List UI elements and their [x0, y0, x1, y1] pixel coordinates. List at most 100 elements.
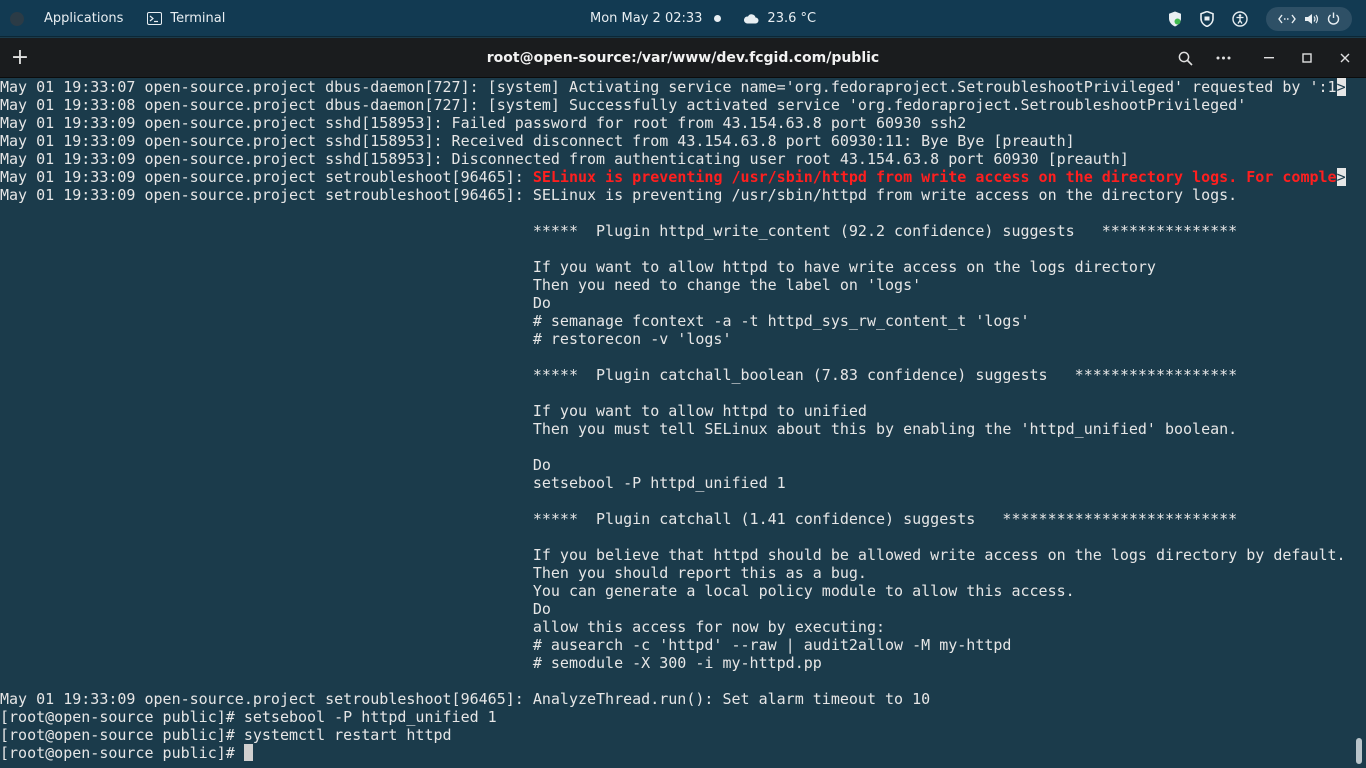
terminal-line: Do	[0, 600, 1352, 618]
terminal-line: [root@open-source public]# systemctl res…	[0, 726, 1352, 744]
terminal-line: Do	[0, 294, 1352, 312]
terminal-line: May 01 19:33:09 open-source.project setr…	[0, 690, 1352, 708]
terminal-line-text: May 01 19:33:09 open-source.project setr…	[0, 186, 1238, 204]
terminal-line-text: # restorecon -v 'logs'	[0, 330, 732, 348]
activities-icon[interactable]	[10, 11, 24, 26]
clock-weather[interactable]: Mon May 2 02:33 23.6 °C	[590, 0, 816, 37]
terminal-line: If you believe that httpd should be allo…	[0, 546, 1352, 564]
shield-check-icon[interactable]	[1168, 11, 1182, 27]
terminal-line-text: May 01 19:33:08 open-source.project dbus…	[0, 96, 1247, 114]
terminal-line-text: ***** Plugin catchall (1.41 confidence) …	[0, 510, 1238, 528]
terminal-line-text: allow this access for now by executing:	[0, 618, 886, 636]
terminal-line: If you want to allow httpd to have write…	[0, 258, 1352, 276]
line-overflow-marker: >	[1336, 78, 1346, 96]
terminal-line: # restorecon -v 'logs'	[0, 330, 1352, 348]
terminal-line-text: # semanage fcontext -a -t httpd_sys_rw_c…	[0, 312, 1030, 330]
terminal-line-text: May 01 19:33:09 open-source.project setr…	[0, 168, 533, 186]
terminal-line-text: Do	[0, 600, 551, 618]
terminal-line: May 01 19:33:09 open-source.project setr…	[0, 186, 1352, 204]
terminal-line: setsebool -P httpd_unified 1	[0, 474, 1352, 492]
terminal-line-text: If you want to allow httpd to unified	[0, 402, 867, 420]
top-panel: Applications Terminal Mon May 2 02:33 23…	[0, 0, 1366, 37]
terminal-line-text: May 01 19:33:09 open-source.project setr…	[0, 690, 931, 708]
window-titlebar[interactable]: + root@open-source:/var/www/dev.fcgid.co…	[0, 38, 1366, 78]
applications-menu[interactable]: Applications	[44, 11, 123, 26]
terminal-line-text: Then you must tell SELinux about this by…	[0, 420, 1238, 438]
terminal-line: # semanage fcontext -a -t httpd_sys_rw_c…	[0, 312, 1352, 330]
terminal-line-text: ***** Plugin httpd_write_content (92.2 c…	[0, 222, 1238, 240]
terminal-line-text: Do	[0, 294, 551, 312]
scrollbar-thumb[interactable]	[1356, 738, 1362, 764]
terminal-output[interactable]: May 01 19:33:07 open-source.project dbus…	[0, 78, 1352, 768]
terminal-line: # semodule -X 300 -i my-httpd.pp	[0, 654, 1352, 672]
power-icon	[1327, 12, 1340, 25]
terminal-line: Then you must tell SELinux about this by…	[0, 420, 1352, 438]
terminal-icon	[147, 12, 163, 25]
terminal-line: [root@open-source public]#	[0, 744, 1352, 762]
terminal-line: Then you should report this as a bug.	[0, 564, 1352, 582]
terminal-line-text: Do	[0, 456, 551, 474]
text-cursor	[243, 744, 253, 761]
terminal-line-text: If you want to allow httpd to have write…	[0, 258, 1156, 276]
network-icon	[1278, 14, 1296, 24]
terminal-line-text: [root@open-source public]# setsebool -P …	[0, 708, 497, 726]
line-overflow-marker: >	[1336, 168, 1346, 186]
search-icon[interactable]	[1172, 45, 1198, 71]
terminal-line: allow this access for now by executing:	[0, 618, 1352, 636]
terminal-line: May 01 19:33:09 open-source.project sshd…	[0, 132, 1352, 150]
terminal-scrollbar[interactable]	[1352, 78, 1366, 768]
terminal-app-menu[interactable]: Terminal	[147, 11, 225, 26]
terminal-line: You can generate a local policy module t…	[0, 582, 1352, 600]
volume-icon	[1304, 13, 1319, 25]
shield-icon[interactable]	[1200, 10, 1214, 27]
terminal-line-text: May 01 19:33:09 open-source.project sshd…	[0, 114, 967, 132]
terminal-line-text: # semodule -X 300 -i my-httpd.pp	[0, 654, 822, 672]
accessibility-icon[interactable]	[1232, 10, 1248, 27]
terminal-line: May 01 19:33:09 open-source.project setr…	[0, 168, 1352, 186]
terminal-line: If you want to allow httpd to unified	[0, 402, 1352, 420]
tray-icons	[1168, 10, 1248, 27]
terminal-line-text: Then you should report this as a bug.	[0, 564, 867, 582]
terminal-line: Then you need to change the label on 'lo…	[0, 276, 1352, 294]
terminal-app-label: Terminal	[170, 11, 226, 26]
terminal-line-text: [root@open-source public]# systemctl res…	[0, 726, 452, 744]
terminal-line: May 01 19:33:09 open-source.project sshd…	[0, 114, 1352, 132]
terminal-line-text: # ausearch -c 'httpd' --raw | audit2allo…	[0, 636, 1012, 654]
cloud-icon	[744, 14, 759, 24]
terminal-line-text: If you believe that httpd should be allo…	[0, 546, 1346, 564]
terminal-line: May 01 19:33:08 open-source.project dbus…	[0, 96, 1352, 114]
terminal-line: May 01 19:33:09 open-source.project sshd…	[0, 150, 1352, 168]
menu-icon[interactable]	[1210, 45, 1236, 71]
notification-dot	[714, 15, 722, 22]
terminal-line-text: Then you need to change the label on 'lo…	[0, 276, 922, 294]
terminal-line-text: May 01 19:33:07 open-source.project dbus…	[0, 78, 1337, 96]
maximize-icon[interactable]	[1294, 45, 1320, 71]
terminal-line-text: ***** Plugin catchall_boolean (7.83 conf…	[0, 366, 1238, 384]
terminal-line: ***** Plugin catchall_boolean (7.83 conf…	[0, 366, 1352, 384]
weather-temp: 23.6 °C	[767, 11, 817, 26]
terminal-line-text: setsebool -P httpd_unified 1	[0, 474, 786, 492]
terminal-line: ***** Plugin httpd_write_content (92.2 c…	[0, 222, 1352, 240]
selinux-alert-text: SELinux is preventing /usr/sbin/httpd fr…	[532, 168, 1337, 186]
terminal-line-text: May 01 19:33:09 open-source.project sshd…	[0, 150, 1129, 168]
close-icon[interactable]	[1332, 45, 1358, 71]
terminal-line: ***** Plugin catchall (1.41 confidence) …	[0, 510, 1352, 528]
system-menu[interactable]	[1266, 6, 1352, 31]
terminal-line: # ausearch -c 'httpd' --raw | audit2allo…	[0, 636, 1352, 654]
terminal-line-text: [root@open-source public]#	[0, 744, 244, 762]
terminal-line: Do	[0, 456, 1352, 474]
minimize-icon[interactable]	[1256, 45, 1282, 71]
terminal-line-text: You can generate a local policy module t…	[0, 582, 1075, 600]
clock: Mon May 2 02:33	[590, 11, 703, 26]
terminal-line: May 01 19:33:07 open-source.project dbus…	[0, 78, 1352, 96]
terminal-line: [root@open-source public]# setsebool -P …	[0, 708, 1352, 726]
terminal-line-text: May 01 19:33:09 open-source.project sshd…	[0, 132, 1075, 150]
